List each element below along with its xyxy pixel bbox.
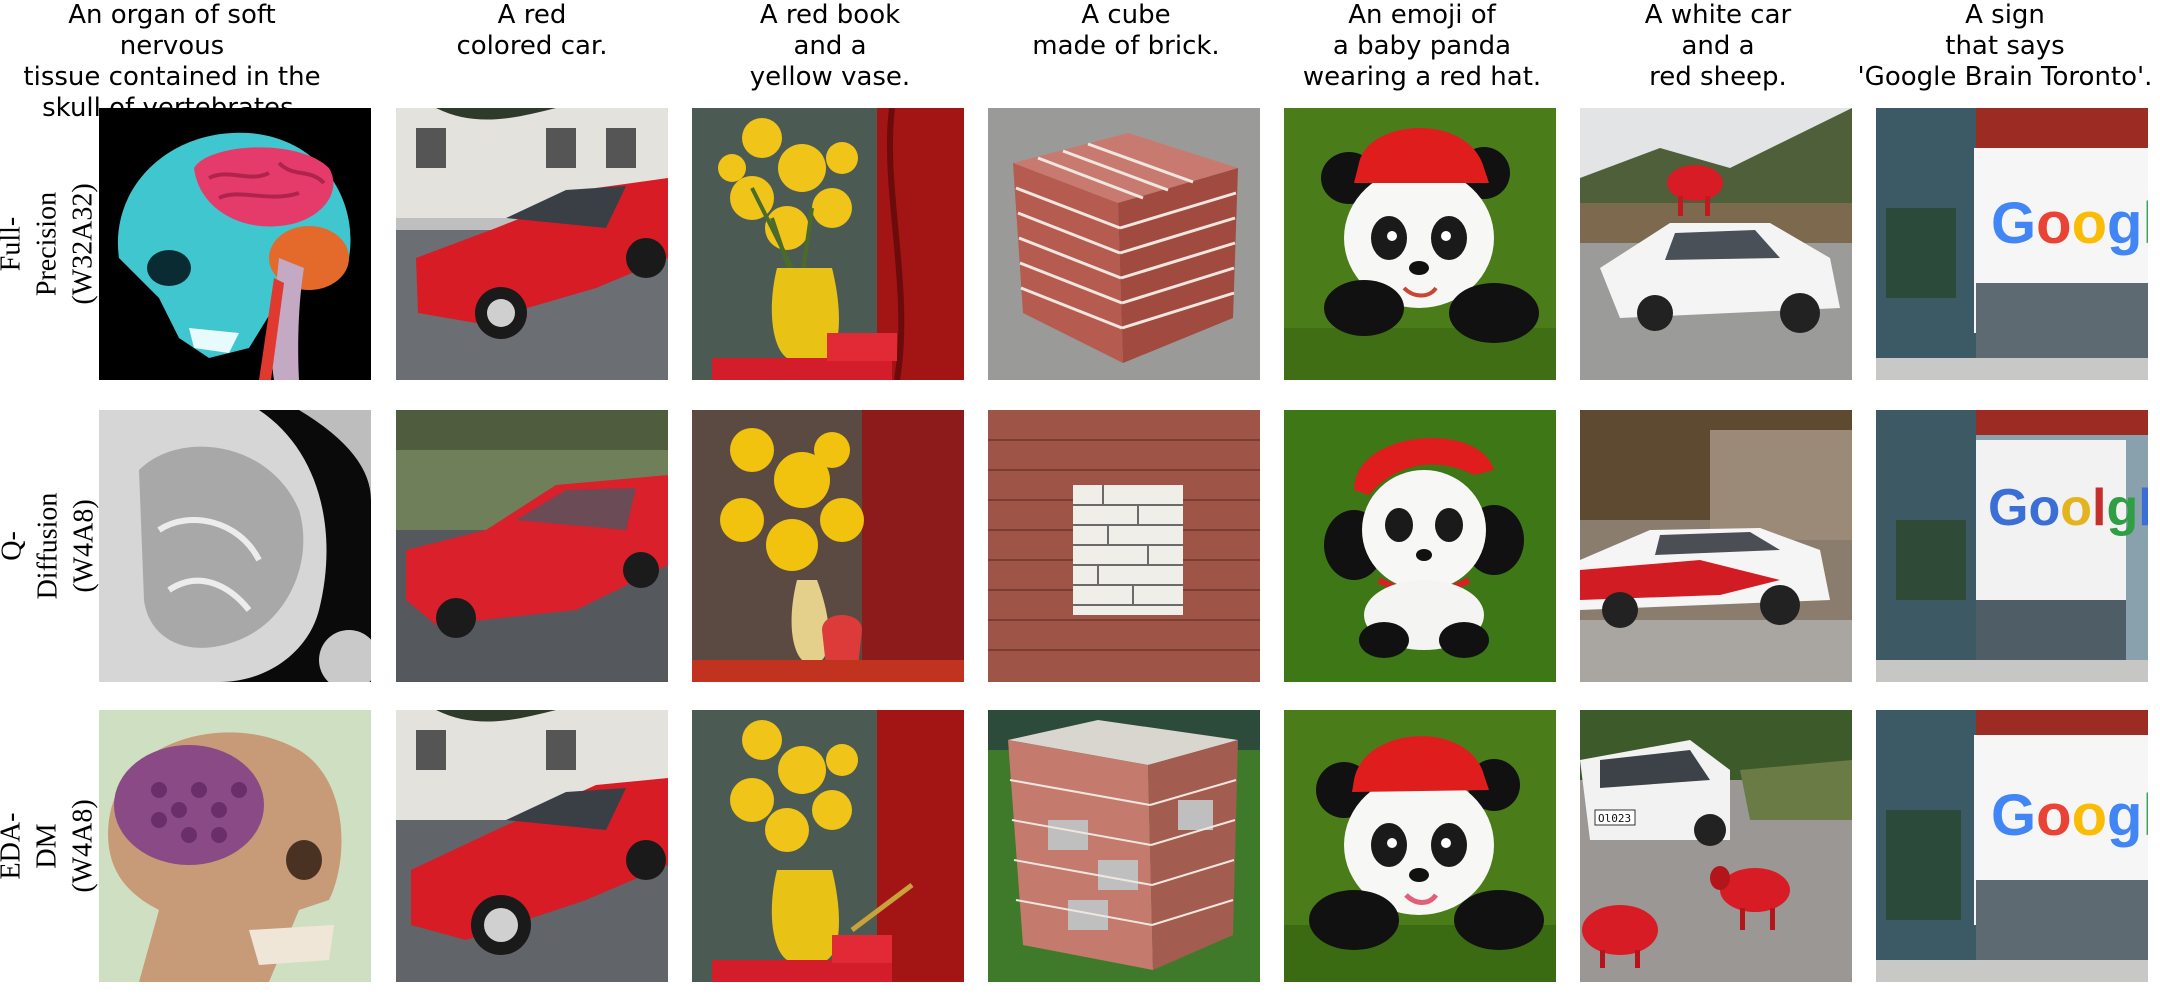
caption-google-sign: A sign that says 'Google Brain Toronto'.: [1857, 0, 2153, 92]
image-eda-car-sheep: Ol023: [1580, 710, 1852, 982]
image-fp-brain: [99, 108, 371, 380]
image-qd-panda: [1284, 410, 1556, 682]
image-eda-brain: [99, 710, 371, 982]
svg-text:Google: Google: [1991, 191, 2148, 256]
license-plate-text: Ol023: [1598, 812, 1631, 825]
image-fp-car-sheep: [1580, 108, 1852, 380]
image-qd-book-vase: [692, 410, 964, 682]
caption-panda: An emoji of a baby panda wearing a red h…: [1302, 0, 1542, 92]
image-eda-red-car: [396, 710, 668, 982]
image-eda-brick-cube: [988, 710, 1260, 982]
image-qd-red-car: [396, 410, 668, 682]
image-eda-book-vase: [692, 710, 964, 982]
svg-text:Google: Google: [1991, 783, 2148, 848]
image-qd-brain: [99, 410, 371, 682]
image-eda-panda: [1284, 710, 1556, 982]
row-label-full-precision: Full-Precision (W32A32): [0, 183, 100, 305]
image-fp-brick-cube: [988, 108, 1260, 380]
caption-brain: An organ of soft nervous tissue containe…: [23, 0, 321, 123]
image-qd-google-sign: Goolgl: [1876, 410, 2148, 682]
row-label-eda-dm: EDA-DM (W4A8): [0, 799, 100, 893]
image-fp-panda: [1284, 108, 1556, 380]
image-qd-car: [1580, 410, 1852, 682]
image-eda-google-sign: Google: [1876, 710, 2148, 982]
svg-text:Goolgl: Goolgl: [1988, 479, 2148, 537]
caption-book-vase: A red book and a yellow vase.: [749, 0, 911, 92]
image-fp-google-sign: Google: [1876, 108, 2148, 380]
caption-car-sheep: A white car and a red sheep.: [1644, 0, 1792, 92]
caption-red-car: A red colored car.: [456, 0, 608, 61]
image-fp-red-car: [396, 108, 668, 380]
image-qd-brick-wall: [988, 410, 1260, 682]
image-fp-book-vase: [692, 108, 964, 380]
caption-brick-cube: A cube made of brick.: [1032, 0, 1220, 61]
row-label-q-diffusion: Q-Diffusion (W4A8): [0, 492, 100, 600]
